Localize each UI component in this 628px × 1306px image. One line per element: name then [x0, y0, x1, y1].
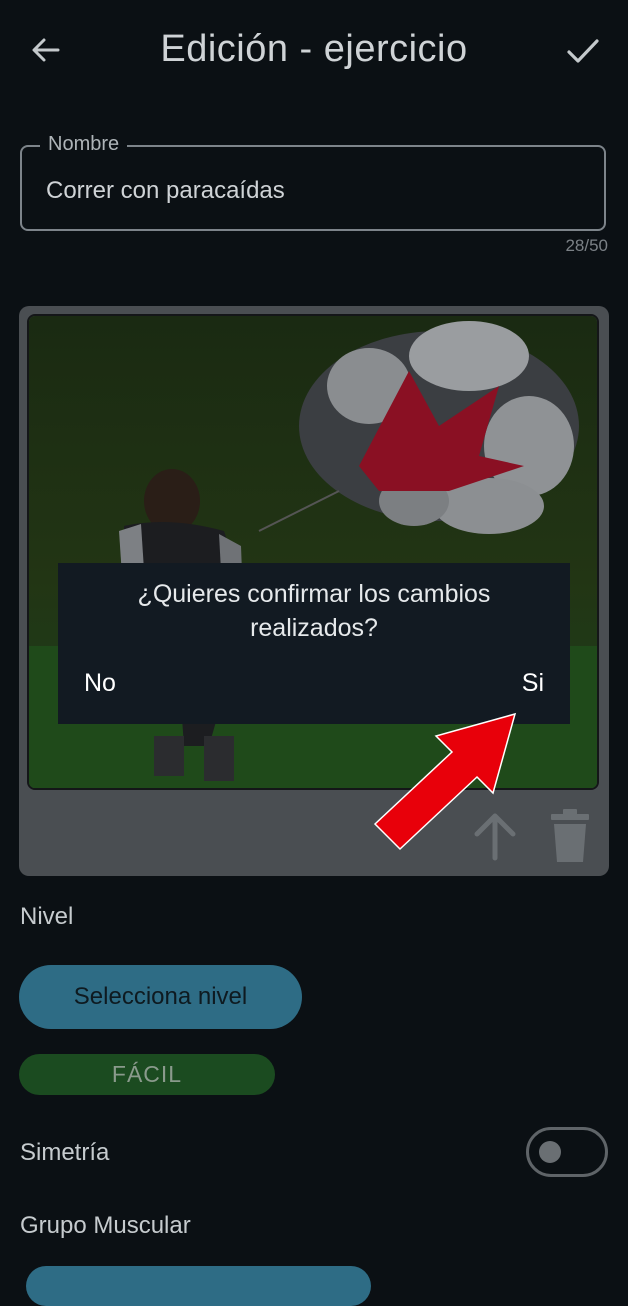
selected-level-chip[interactable]: FÁCIL — [19, 1054, 275, 1095]
dialog-message: ¿Quieres confirmar los cambios realizado… — [137, 580, 491, 642]
toggle-knob — [539, 1141, 561, 1163]
name-field-value[interactable]: Correr con paracaídas — [46, 177, 285, 205]
symmetry-label: Simetría — [20, 1139, 110, 1166]
level-label: Nivel — [20, 903, 74, 930]
symmetry-toggle[interactable] — [526, 1127, 608, 1177]
trash-icon[interactable] — [549, 808, 591, 864]
muscle-group-label: Grupo Muscular — [20, 1212, 191, 1239]
muscle-group-button[interactable] — [26, 1266, 371, 1306]
name-field-label: Nombre — [40, 133, 128, 156]
dialog-yes-button[interactable]: Si — [522, 669, 544, 698]
confirm-changes-dialog: ¿Quieres confirmar los cambios realizado… — [58, 563, 570, 724]
dialog-no-button[interactable]: No — [84, 669, 116, 698]
select-level-button[interactable]: Selecciona nivel — [19, 965, 302, 1029]
annotation-arrow-icon — [373, 712, 517, 851]
page-title: Edición - ejercicio — [160, 28, 468, 70]
character-counter: 28/50 — [565, 236, 608, 255]
name-field[interactable]: Nombre Correr con paracaídas — [20, 133, 606, 231]
exercise-edit-screen: Edición - ejercicio Nombre Correr con pa… — [0, 0, 628, 1306]
check-icon[interactable] — [566, 36, 600, 66]
